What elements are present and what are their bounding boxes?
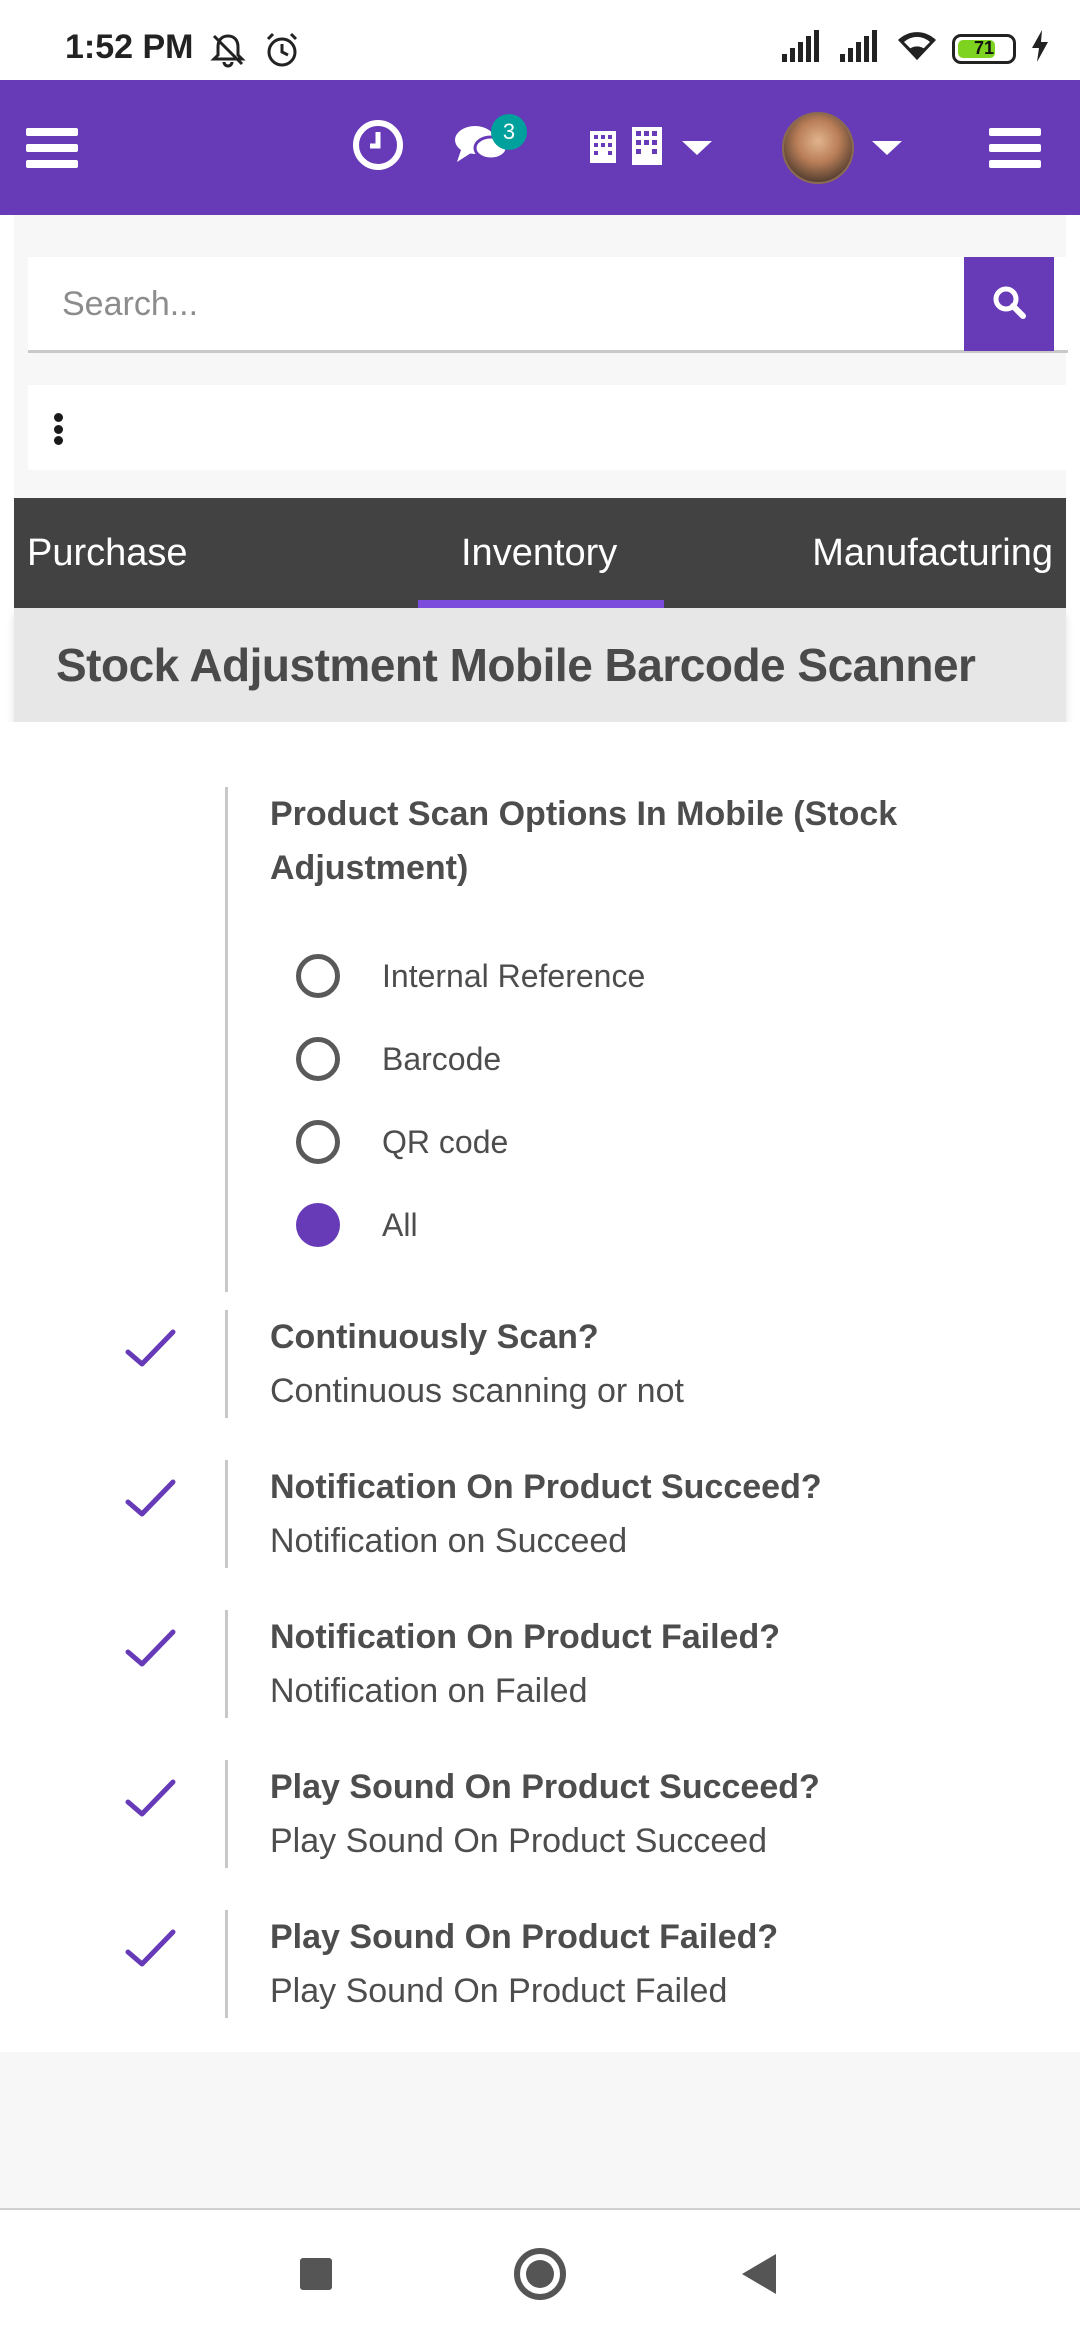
home-icon[interactable] xyxy=(514,2248,566,2300)
active-tab-indicator xyxy=(418,600,664,608)
wifi-icon xyxy=(896,30,938,67)
setting-title: Notification On Product Failed? xyxy=(270,1618,780,1656)
setting-notification-succeed: Notification On Product Succeed? Notific… xyxy=(0,1460,1080,1568)
radio-label: Barcode xyxy=(382,1040,502,1077)
checkmark-icon[interactable] xyxy=(125,1326,177,1370)
chevron-down-icon xyxy=(872,140,902,155)
status-right-icons: 71 xyxy=(780,30,1050,67)
setting-continuously-scan: Continuously Scan? Continuous scanning o… xyxy=(0,1310,1080,1418)
back-icon[interactable] xyxy=(742,2254,776,2294)
settings-content: Product Scan Options In Mobile (Stock Ad… xyxy=(0,722,1080,2052)
battery-level: 71 xyxy=(973,38,995,58)
radio-button[interactable] xyxy=(296,954,340,998)
page-title: Stock Adjustment Mobile Barcode Scanner xyxy=(56,639,976,691)
setting-divider xyxy=(225,787,228,1292)
recent-apps-icon[interactable] xyxy=(300,2258,332,2290)
status-bar: 1:52 PM 71 xyxy=(0,0,1080,80)
radio-button[interactable] xyxy=(296,1120,340,1164)
setting-divider xyxy=(225,1310,228,1418)
radio-label: All xyxy=(382,1206,418,1243)
setting-notification-failed: Notification On Product Failed? Notifica… xyxy=(0,1610,1080,1718)
app-menu-button[interactable] xyxy=(989,80,1041,215)
setting-description: Play Sound On Product Succeed xyxy=(270,1822,768,1860)
company-icon xyxy=(588,125,664,170)
status-time: 1:52 PM xyxy=(65,28,194,66)
tab-manufacturing[interactable]: Manufacturing xyxy=(812,498,1053,608)
app-menu-icon xyxy=(989,127,1041,168)
search-icon xyxy=(991,284,1027,325)
setting-sound-failed: Play Sound On Product Failed? Play Sound… xyxy=(0,1910,1080,2018)
search-input[interactable] xyxy=(28,257,964,351)
status-left-icons xyxy=(208,30,302,75)
kebab-menu-icon[interactable] xyxy=(54,413,64,445)
mute-notifications-icon xyxy=(208,30,248,75)
radio-label: Internal Reference xyxy=(382,957,646,994)
radio-option-internal-reference[interactable]: Internal Reference xyxy=(296,951,645,1001)
setting-sound-succeed: Play Sound On Product Succeed? Play Soun… xyxy=(0,1760,1080,1868)
setting-description: Continuous scanning or not xyxy=(270,1372,684,1410)
setting-description: Notification on Succeed xyxy=(270,1522,628,1560)
setting-title: Notification On Product Succeed? xyxy=(270,1468,822,1506)
alarm-icon xyxy=(262,30,302,75)
company-switcher[interactable] xyxy=(588,80,712,215)
clock-icon xyxy=(352,119,404,176)
scan-options-title: Product Scan Options In Mobile (Stock Ad… xyxy=(270,795,898,887)
tab-inventory[interactable]: Inventory xyxy=(461,498,617,608)
avatar xyxy=(782,111,854,184)
checkmark-icon[interactable] xyxy=(125,1626,177,1670)
scan-options-setting: Product Scan Options In Mobile (Stock Ad… xyxy=(0,787,1080,1292)
battery-indicator: 71 xyxy=(952,33,1016,64)
radio-button[interactable] xyxy=(296,1037,340,1081)
setting-title: Play Sound On Product Failed? xyxy=(270,1918,779,1956)
checkmark-icon[interactable] xyxy=(125,1776,177,1820)
menu-icon xyxy=(26,127,78,168)
signal-icon xyxy=(838,30,882,67)
view-options-row xyxy=(28,385,1068,470)
system-nav-bar xyxy=(0,2210,1080,2340)
setting-description: Notification on Failed xyxy=(270,1672,588,1710)
user-menu[interactable] xyxy=(782,80,902,215)
radio-button-selected[interactable] xyxy=(296,1203,340,1247)
radio-option-qr-code[interactable]: QR code xyxy=(296,1117,508,1167)
search-box xyxy=(28,257,1068,353)
menu-button[interactable] xyxy=(26,80,78,215)
radio-option-all[interactable]: All xyxy=(296,1200,418,1250)
checkmark-icon[interactable] xyxy=(125,1476,177,1520)
checkmark-icon[interactable] xyxy=(125,1926,177,1970)
setting-divider xyxy=(225,1760,228,1868)
setting-title: Continuously Scan? xyxy=(270,1318,599,1356)
charging-icon xyxy=(1030,30,1050,67)
setting-description: Play Sound On Product Failed xyxy=(270,1972,728,2010)
activity-button[interactable] xyxy=(352,80,404,215)
radio-option-barcode[interactable]: Barcode xyxy=(296,1034,501,1084)
chevron-down-icon xyxy=(682,140,712,155)
tab-purchase[interactable]: Purchase xyxy=(27,498,188,608)
page-header: Stock Adjustment Mobile Barcode Scanner xyxy=(14,608,1066,722)
category-tabs: Purchase Inventory Manufacturing xyxy=(14,498,1066,608)
messages-badge: 3 xyxy=(491,114,527,150)
setting-divider xyxy=(225,1910,228,2018)
setting-divider xyxy=(225,1460,228,1568)
page-footer xyxy=(0,2052,1080,2210)
signal-icon xyxy=(780,30,824,67)
top-navbar: 3 xyxy=(0,80,1080,215)
setting-title: Play Sound On Product Succeed? xyxy=(270,1768,820,1806)
search-button[interactable] xyxy=(964,257,1054,351)
control-panel xyxy=(14,215,1068,498)
messages-button[interactable]: 3 xyxy=(453,80,527,215)
setting-divider xyxy=(225,1610,228,1718)
radio-label: QR code xyxy=(382,1123,509,1160)
